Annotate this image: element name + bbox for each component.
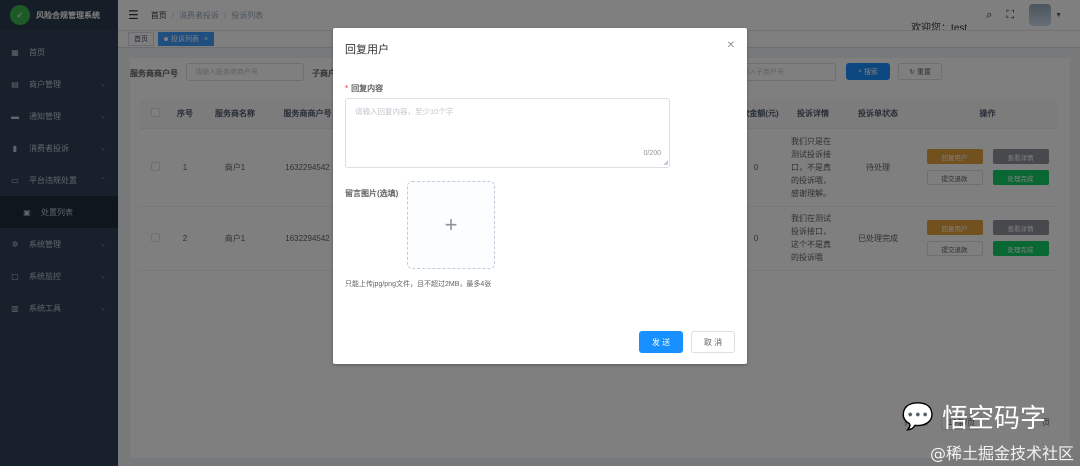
reply-content-label: * 回复内容 <box>345 84 384 93</box>
dialog-title: 回复用户 <box>345 44 389 56</box>
cancel-button[interactable]: 取 消 <box>691 331 735 353</box>
watermark: 💬 悟空码字 <box>902 398 1046 435</box>
watermark-title: 悟空码字 <box>941 404 1046 434</box>
reply-dialog: 回复用户 ✕ * 回复内容 请输入回复内容，至少10个字 0/200 ◢ 留言图片… <box>333 28 747 364</box>
send-button[interactable]: 发 送 <box>639 331 683 353</box>
char-counter: 0/200 <box>643 150 661 157</box>
close-icon[interactable]: ✕ <box>727 40 735 51</box>
image-upload-area[interactable]: + <box>407 181 495 269</box>
resize-handle-icon[interactable]: ◢ <box>663 159 668 166</box>
wechat-icon: 💬 <box>901 401 934 431</box>
image-label: 留言图片(选填) <box>345 189 399 198</box>
upload-tip: 只能上传jpg/png文件，且不超过2MB，最多4张 <box>345 281 492 288</box>
plus-icon: + <box>444 212 458 237</box>
reply-content-textarea[interactable]: 请输入回复内容，至少10个字 0/200 ◢ <box>345 98 670 168</box>
watermark-source: @稀土掘金技术社区 <box>929 444 1074 463</box>
reply-content-placeholder: 请输入回复内容，至少10个字 <box>355 107 454 116</box>
